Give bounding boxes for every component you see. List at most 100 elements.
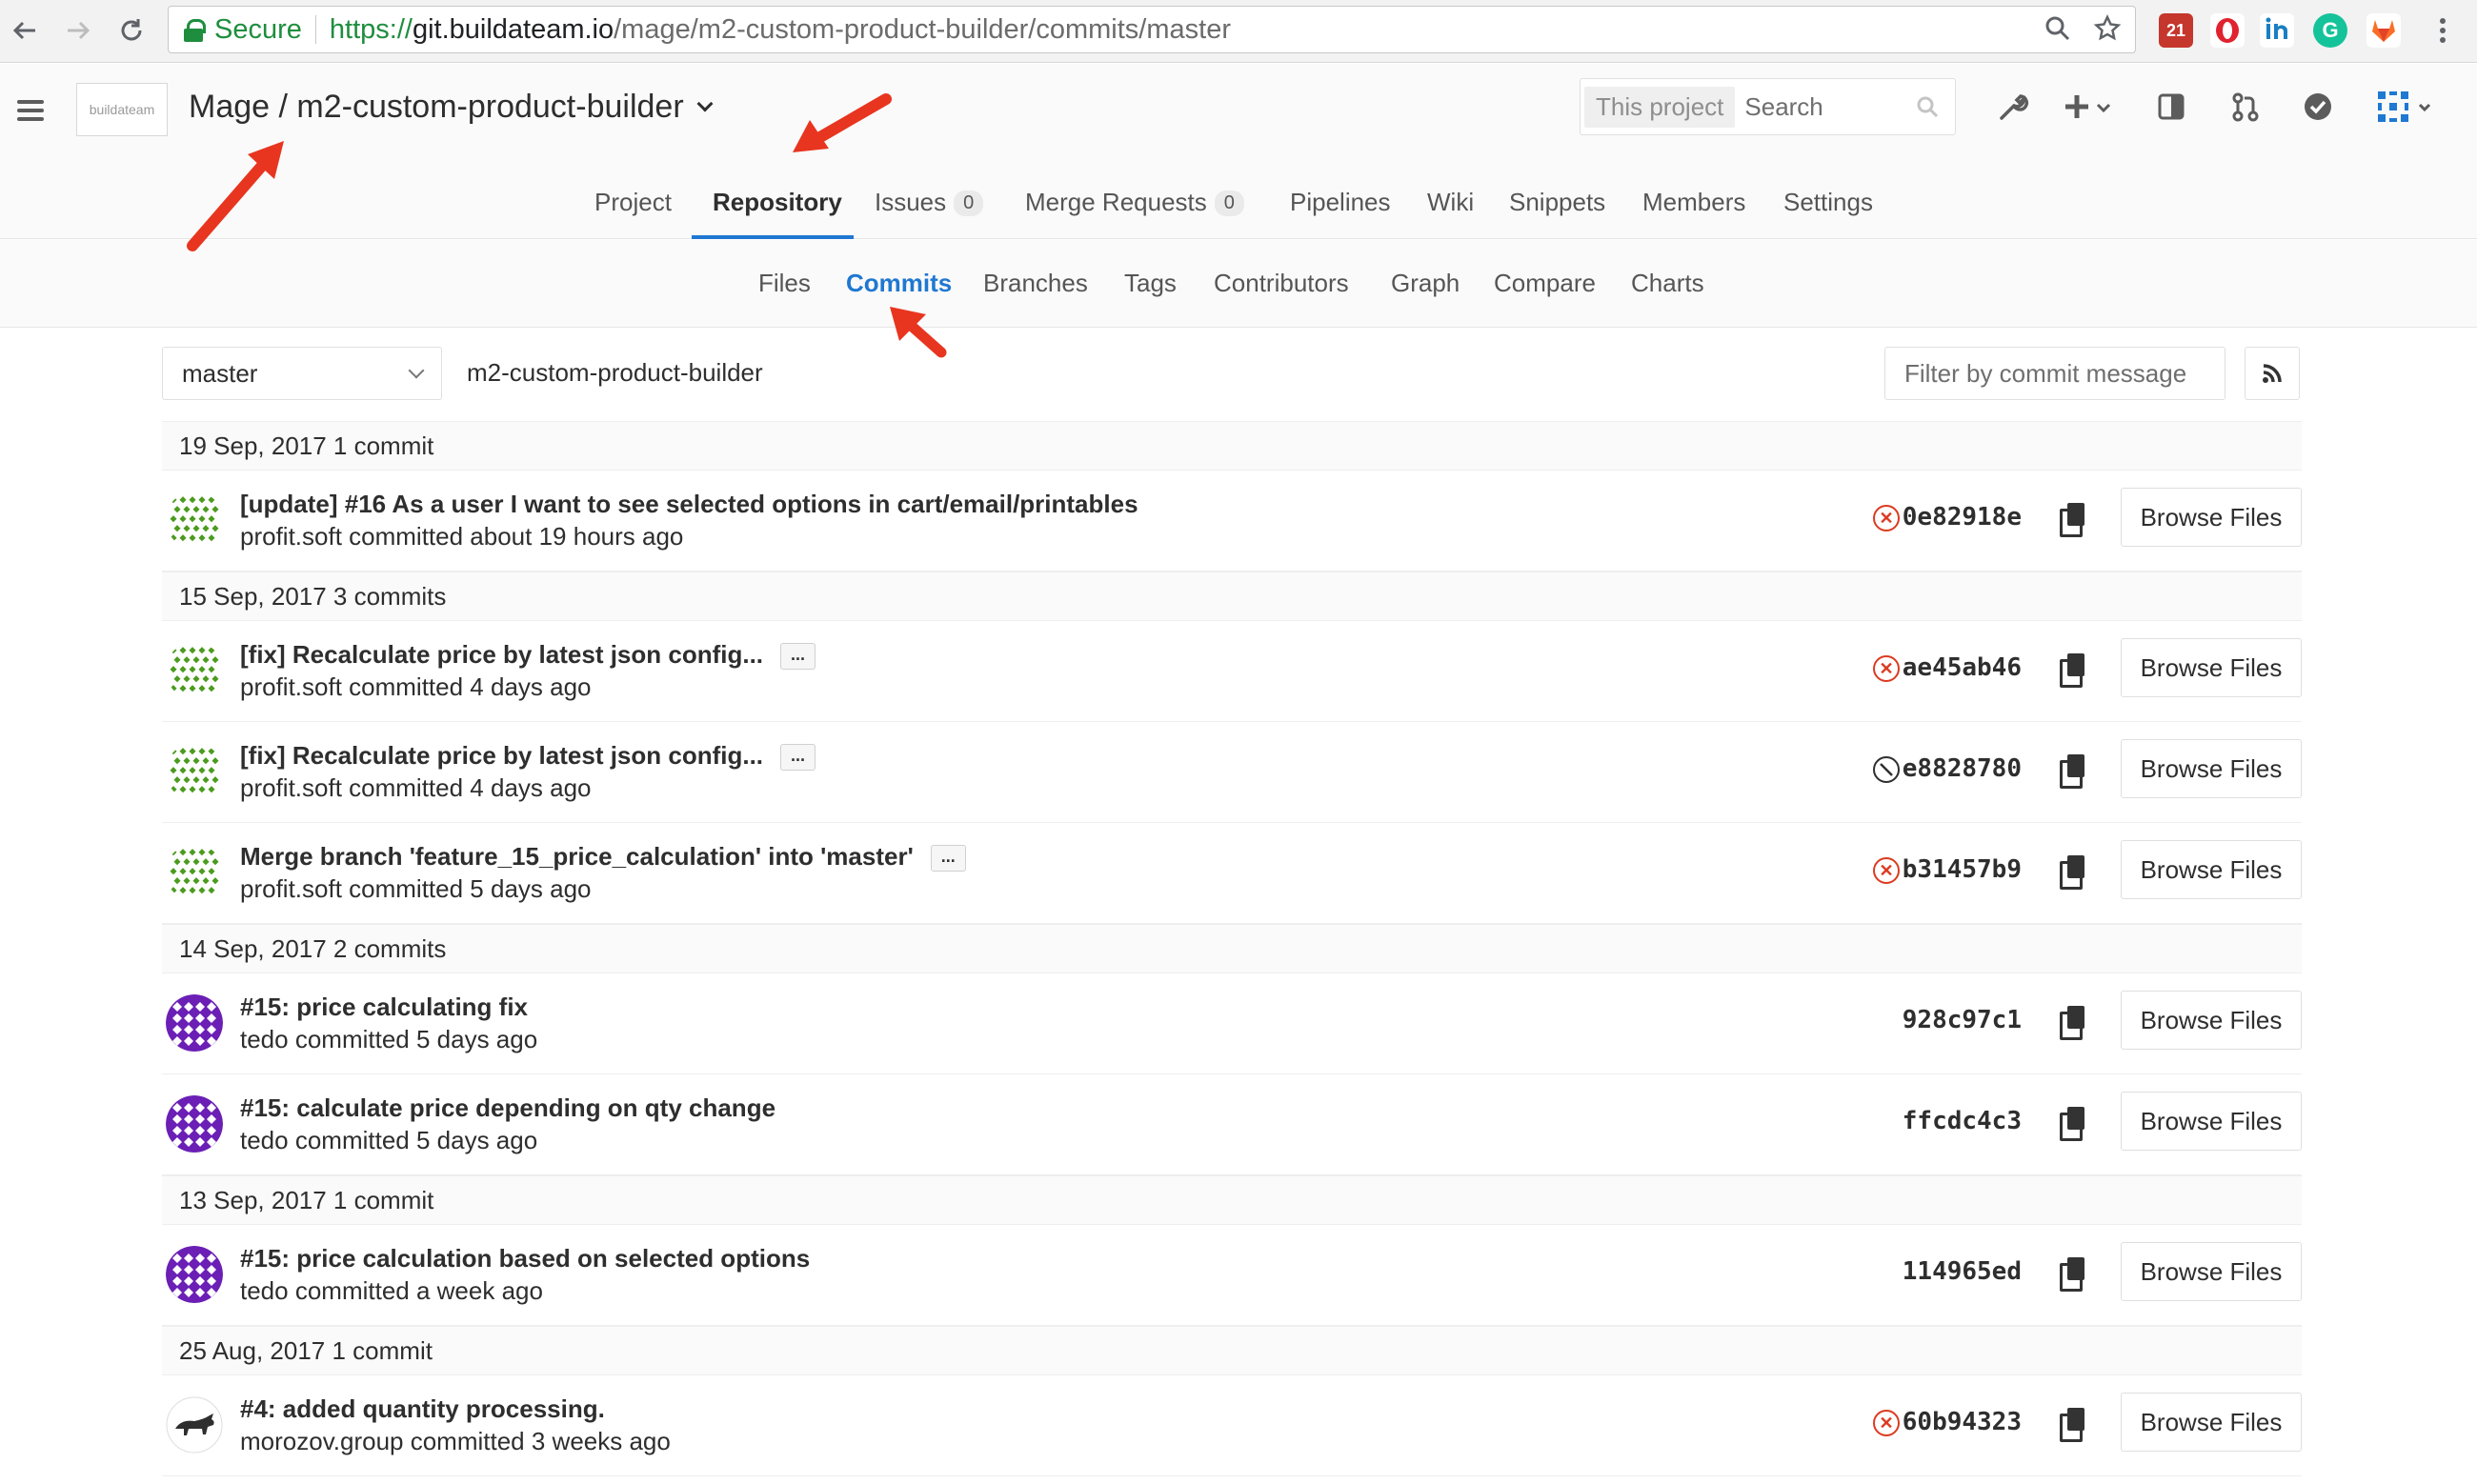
browse-files-button[interactable]: Browse Files bbox=[2121, 638, 2302, 697]
commit-filter-input[interactable]: Filter by commit message bbox=[1884, 347, 2225, 400]
commit-message-link[interactable]: [update] #16 As a user I want to see sel… bbox=[240, 490, 1138, 518]
user-avatar-menu[interactable] bbox=[2372, 85, 2439, 129]
chevron-down-icon[interactable] bbox=[696, 95, 714, 111]
commit-row: [fix] Recalculate price by latest json c… bbox=[162, 722, 2302, 823]
pipeline-skipped-icon[interactable] bbox=[1873, 756, 1900, 783]
commit-sha-link[interactable]: 114965ed bbox=[1903, 1257, 2022, 1286]
commit-row: #15: calculate price depending on qty ch… bbox=[162, 1074, 2302, 1175]
tab-repository[interactable]: Repository bbox=[713, 188, 842, 217]
forward-arrow-icon[interactable] bbox=[59, 11, 97, 50]
commit-message-link[interactable]: #4: added quantity processing. bbox=[240, 1394, 605, 1423]
commit-message-link[interactable]: [fix] Recalculate price by latest json c… bbox=[240, 640, 763, 669]
tab-issues[interactable]: Issues 0 bbox=[875, 188, 984, 217]
commit-sha-link[interactable]: 60b94323 bbox=[1903, 1408, 2022, 1436]
tab-members[interactable]: Members bbox=[1642, 188, 1745, 217]
bookmark-star-icon[interactable] bbox=[2093, 14, 2122, 50]
subtab-charts[interactable]: Charts bbox=[1631, 269, 1704, 298]
copy-sha-icon[interactable] bbox=[2060, 1408, 2086, 1442]
project-path[interactable]: Mage / m2-custom-product-builder bbox=[189, 89, 684, 126]
grammarly-extension-icon[interactable]: G bbox=[2313, 13, 2347, 48]
calendar-extension-icon[interactable]: 21 bbox=[2159, 13, 2193, 48]
author-avatar[interactable] bbox=[166, 844, 223, 901]
copy-sha-icon[interactable] bbox=[2060, 1257, 2086, 1292]
rss-feed-button[interactable] bbox=[2245, 347, 2300, 400]
author-avatar[interactable] bbox=[166, 1095, 223, 1153]
subtab-branches[interactable]: Branches bbox=[983, 269, 1088, 298]
tab-snippets[interactable]: Snippets bbox=[1509, 188, 1605, 217]
pipeline-failed-icon[interactable]: ✕ bbox=[1873, 505, 1900, 531]
tab-wiki[interactable]: Wiki bbox=[1427, 188, 1474, 217]
subtab-graph[interactable]: Graph bbox=[1391, 269, 1460, 298]
merge-request-icon[interactable] bbox=[2224, 85, 2267, 129]
pipeline-failed-icon[interactable]: ✕ bbox=[1873, 655, 1900, 682]
sidebar-toggle-icon[interactable] bbox=[2149, 85, 2193, 129]
commit-message-link[interactable]: #15: calculate price depending on qty ch… bbox=[240, 1093, 775, 1122]
commit-message-link[interactable]: #15: price calculation based on selected… bbox=[240, 1244, 810, 1273]
commit-author-meta: tedo committed 5 days ago bbox=[240, 1025, 538, 1053]
browse-files-button[interactable]: Browse Files bbox=[2121, 739, 2302, 798]
browser-menu-icon[interactable] bbox=[2424, 11, 2462, 50]
expand-description-button[interactable]: ... bbox=[930, 845, 966, 872]
author-avatar[interactable] bbox=[166, 1246, 223, 1303]
back-arrow-icon[interactable] bbox=[6, 11, 44, 50]
active-tab-indicator bbox=[692, 235, 854, 239]
browse-files-button[interactable]: Browse Files bbox=[2121, 840, 2302, 899]
browse-files-button[interactable]: Browse Files bbox=[2121, 1393, 2302, 1452]
author-avatar[interactable] bbox=[166, 743, 223, 800]
copy-sha-icon[interactable] bbox=[2060, 754, 2086, 789]
tab-pipelines[interactable]: Pipelines bbox=[1290, 188, 1391, 217]
hamburger-menu-icon[interactable] bbox=[17, 100, 44, 121]
author-avatar[interactable] bbox=[166, 994, 223, 1052]
copy-sha-icon[interactable] bbox=[2060, 653, 2086, 688]
todo-check-icon[interactable] bbox=[2296, 85, 2340, 129]
project-nav: Project Repository Issues 0 Merge Request… bbox=[0, 170, 2477, 239]
expand-description-button[interactable]: ... bbox=[780, 744, 816, 771]
author-avatar[interactable] bbox=[166, 642, 223, 699]
commit-sha-link[interactable]: e8828780 bbox=[1903, 754, 2022, 783]
tab-settings[interactable]: Settings bbox=[1783, 188, 1873, 217]
browse-files-button[interactable]: Browse Files bbox=[2121, 1242, 2302, 1301]
author-avatar[interactable] bbox=[166, 1396, 223, 1454]
copy-sha-icon[interactable] bbox=[2060, 1107, 2086, 1141]
expand-description-button[interactable]: ... bbox=[780, 643, 816, 670]
new-item-plus-icon[interactable] bbox=[2060, 85, 2121, 129]
subtab-compare[interactable]: Compare bbox=[1494, 269, 1596, 298]
commit-sha-link[interactable]: ae45ab46 bbox=[1903, 653, 2022, 682]
copy-sha-icon[interactable] bbox=[2060, 503, 2086, 537]
wrench-icon[interactable] bbox=[1991, 85, 2035, 129]
commit-message-link[interactable]: [fix] Recalculate price by latest json c… bbox=[240, 741, 763, 770]
reload-icon[interactable] bbox=[112, 11, 151, 50]
commit-sha-link[interactable]: 0e82918e bbox=[1903, 503, 2022, 531]
commit-message-link[interactable]: #15: price calculating fix bbox=[240, 993, 528, 1021]
commit-sha-link[interactable]: 928c97c1 bbox=[1903, 1006, 2022, 1034]
commit-sha-link[interactable]: ffcdc4c3 bbox=[1903, 1107, 2022, 1135]
commit-author-meta: profit.soft committed about 19 hours ago bbox=[240, 522, 684, 551]
pipeline-failed-icon[interactable]: ✕ bbox=[1873, 857, 1900, 884]
browse-files-button[interactable]: Browse Files bbox=[2121, 1092, 2302, 1151]
copy-sha-icon[interactable] bbox=[2060, 855, 2086, 890]
address-bar[interactable]: Secure https:// git.buildateam.io /mage/… bbox=[168, 6, 2136, 53]
copy-sha-icon[interactable] bbox=[2060, 1006, 2086, 1040]
subtab-tags[interactable]: Tags bbox=[1124, 269, 1177, 298]
project-title[interactable]: Mage / m2-custom-product-builder bbox=[189, 89, 714, 126]
tab-merge-requests[interactable]: Merge Requests 0 bbox=[1025, 188, 1244, 217]
tab-project[interactable]: Project bbox=[594, 188, 672, 217]
subtab-files[interactable]: Files bbox=[758, 269, 811, 298]
gitlab-extension-icon[interactable] bbox=[2366, 13, 2401, 48]
author-avatar[interactable] bbox=[166, 491, 223, 549]
subtab-commits[interactable]: Commits bbox=[846, 269, 952, 298]
pipeline-failed-icon[interactable]: ✕ bbox=[1873, 1410, 1900, 1436]
browse-files-button[interactable]: Browse Files bbox=[2121, 991, 2302, 1050]
search-input[interactable]: This project Search bbox=[1580, 78, 1956, 135]
group-logo[interactable]: buildateam bbox=[76, 83, 168, 136]
opera-extension-icon[interactable] bbox=[2210, 13, 2245, 48]
branch-dropdown[interactable]: master bbox=[162, 347, 442, 400]
commit-message-link[interactable]: Merge branch 'feature_15_price_calculati… bbox=[240, 842, 914, 871]
linkedin-extension-icon[interactable] bbox=[2260, 13, 2294, 48]
repo-path-breadcrumb[interactable]: m2-custom-product-builder bbox=[467, 358, 763, 388]
zoom-icon[interactable] bbox=[2044, 14, 2072, 50]
subtab-contributors[interactable]: Contributors bbox=[1214, 269, 1349, 298]
gitlab-header: buildateam Mage / m2-custom-product-buil… bbox=[0, 64, 2477, 239]
browse-files-button[interactable]: Browse Files bbox=[2121, 488, 2302, 547]
commit-sha-link[interactable]: b31457b9 bbox=[1903, 855, 2022, 884]
